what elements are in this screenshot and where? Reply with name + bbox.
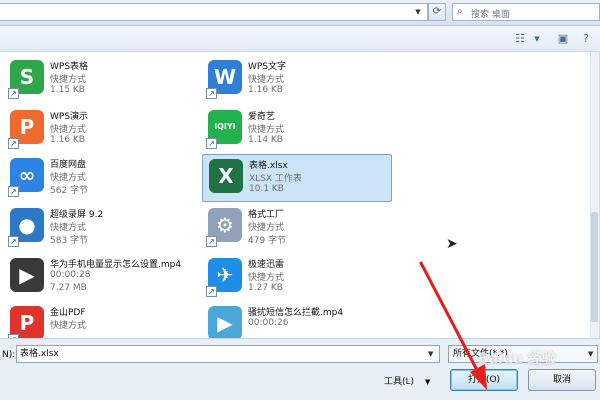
toolbar: ☷ ▼ ▣ ?	[0, 26, 600, 52]
shortcut-arrow-icon: ↗	[8, 88, 19, 99]
filename-label: N):	[2, 350, 16, 360]
file-type: 快捷方式	[248, 125, 285, 135]
file-name: 百度网盘	[50, 160, 87, 170]
view-options-icon[interactable]: ☷	[512, 31, 528, 47]
file-item[interactable]: P ↗ WPS演示 快捷方式 1.16 KB	[4, 106, 194, 154]
file-name: 华为手机电量显示怎么设置.mp4	[50, 260, 182, 270]
file-type: 快捷方式	[50, 125, 87, 135]
file-item[interactable]: ⚙ ↗ 格式工厂 快捷方式 479 字节	[202, 204, 392, 252]
file-name: 表格.xlsx	[249, 161, 288, 171]
tools-label: 工具(L)	[384, 377, 415, 387]
file-type: 00:00:26	[248, 318, 289, 328]
help-icon[interactable]: ?	[578, 31, 594, 47]
file-type: 快捷方式	[50, 173, 87, 183]
file-size: 10.1 KB	[249, 184, 284, 194]
filetype-dropdown-icon[interactable]: ▼	[588, 350, 593, 358]
file-type: 快捷方式	[248, 75, 285, 85]
file-icon: ▶	[208, 306, 242, 338]
file-type: 快捷方式	[248, 273, 285, 283]
file-size: 562 字节	[50, 186, 89, 196]
file-size: 7.27 MB	[50, 283, 87, 293]
shortcut-arrow-icon: ↗	[206, 236, 217, 247]
cancel-button[interactable]: 取消	[528, 369, 596, 391]
file-name: 超级录屏 9.2	[50, 210, 104, 220]
file-item[interactable]: iQIYI ↗ 爱奇艺 快捷方式 1.14 KB	[202, 106, 392, 154]
file-item[interactable]: ▶ 华为手机电量显示怎么设置.mp4 00:00:28 7.27 MB	[4, 254, 194, 302]
file-type: 快捷方式	[50, 321, 87, 331]
scrollbar-thumb[interactable]	[591, 212, 598, 322]
chevron-down-icon: ▼	[424, 378, 431, 386]
file-name: 极速迅雷	[248, 260, 285, 270]
file-type: 快捷方式	[248, 223, 285, 233]
shortcut-arrow-icon: ↗	[206, 138, 217, 149]
address-bar-strip: ▼ ⟳ ⌕ 搜索 桌面	[0, 0, 600, 26]
file-name: WPS文字	[248, 62, 287, 72]
preview-pane-icon[interactable]: ▣	[556, 31, 570, 47]
file-icon: X	[209, 159, 243, 193]
search-input[interactable]: 搜索 桌面	[471, 7, 510, 20]
open-button[interactable]: 打开(O)	[450, 369, 518, 391]
file-size: 1.27 KB	[248, 283, 283, 293]
search-box[interactable]: ⌕ 搜索 桌面	[452, 3, 600, 21]
file-type: 快捷方式	[50, 223, 87, 233]
file-name: 骚扰短信怎么拦截.mp4	[248, 308, 344, 318]
file-type: XLSX 工作表	[249, 174, 302, 184]
file-size: 479 字节	[248, 236, 287, 246]
file-item[interactable]: ▶ 骚扰短信怎么拦截.mp4 00:00:26	[202, 302, 392, 338]
file-name: WPS表格	[50, 62, 89, 72]
file-item[interactable]: P↗金山PDF快捷方式	[4, 302, 194, 338]
file-list: S ↗ WPS表格 快捷方式 1.15 KB W ↗ WPS文字 快捷方式 1.16 KB P ↗ WP…	[0, 52, 600, 338]
file-name: 格式工厂	[248, 210, 285, 220]
search-icon: ⌕	[457, 6, 463, 17]
refresh-button[interactable]: ⟳	[428, 3, 446, 21]
file-name: WPS演示	[50, 112, 89, 122]
file-item[interactable]: S ↗ WPS表格 快捷方式 1.15 KB	[4, 56, 194, 104]
shortcut-arrow-icon: ↗	[8, 138, 19, 149]
file-name: 金山PDF	[50, 308, 86, 318]
mouse-cursor-icon: ➤	[446, 236, 458, 252]
file-type: 00:00:28	[50, 270, 91, 280]
shortcut-arrow-icon: ↗	[8, 186, 19, 197]
address-bar[interactable]	[0, 3, 428, 21]
file-size: 1.16 KB	[50, 135, 85, 145]
vertical-scrollbar[interactable]	[590, 52, 599, 338]
shortcut-arrow-icon: ↗	[206, 88, 217, 99]
address-dropdown-icon[interactable]: ▼	[410, 4, 426, 20]
file-name: 爱奇艺	[248, 112, 276, 122]
file-size: 1.16 KB	[248, 85, 283, 95]
file-item[interactable]: X 表格.xlsx XLSX 工作表 10.1 KB	[202, 154, 392, 202]
file-item[interactable]: ● ↗ 超级录屏 9.2 快捷方式 583 字节	[4, 204, 194, 252]
shortcut-arrow-icon: ↗	[206, 286, 217, 297]
filename-dropdown-icon[interactable]: ▼	[428, 350, 433, 358]
file-item[interactable]: ✈ ↗ 极速迅雷 快捷方式 1.27 KB	[202, 254, 392, 302]
tools-menu[interactable]: 工具(L) ▼	[384, 373, 440, 391]
file-size: 1.15 KB	[50, 85, 85, 95]
file-size: 583 字节	[50, 236, 89, 246]
file-size: 1.14 KB	[248, 135, 283, 145]
file-type: 快捷方式	[50, 75, 87, 85]
filename-input[interactable]: 表格.xlsx	[16, 345, 440, 363]
file-item[interactable]: ∞ ↗ 百度网盘 快捷方式 562 字节	[4, 154, 194, 202]
shortcut-arrow-icon: ↗	[8, 236, 19, 247]
watermark: Baidu 经验	[478, 351, 556, 367]
file-icon: ▶	[10, 258, 44, 292]
file-item[interactable]: W ↗ WPS文字 快捷方式 1.16 KB	[202, 56, 392, 104]
view-dropdown-icon[interactable]: ▼	[532, 31, 542, 47]
